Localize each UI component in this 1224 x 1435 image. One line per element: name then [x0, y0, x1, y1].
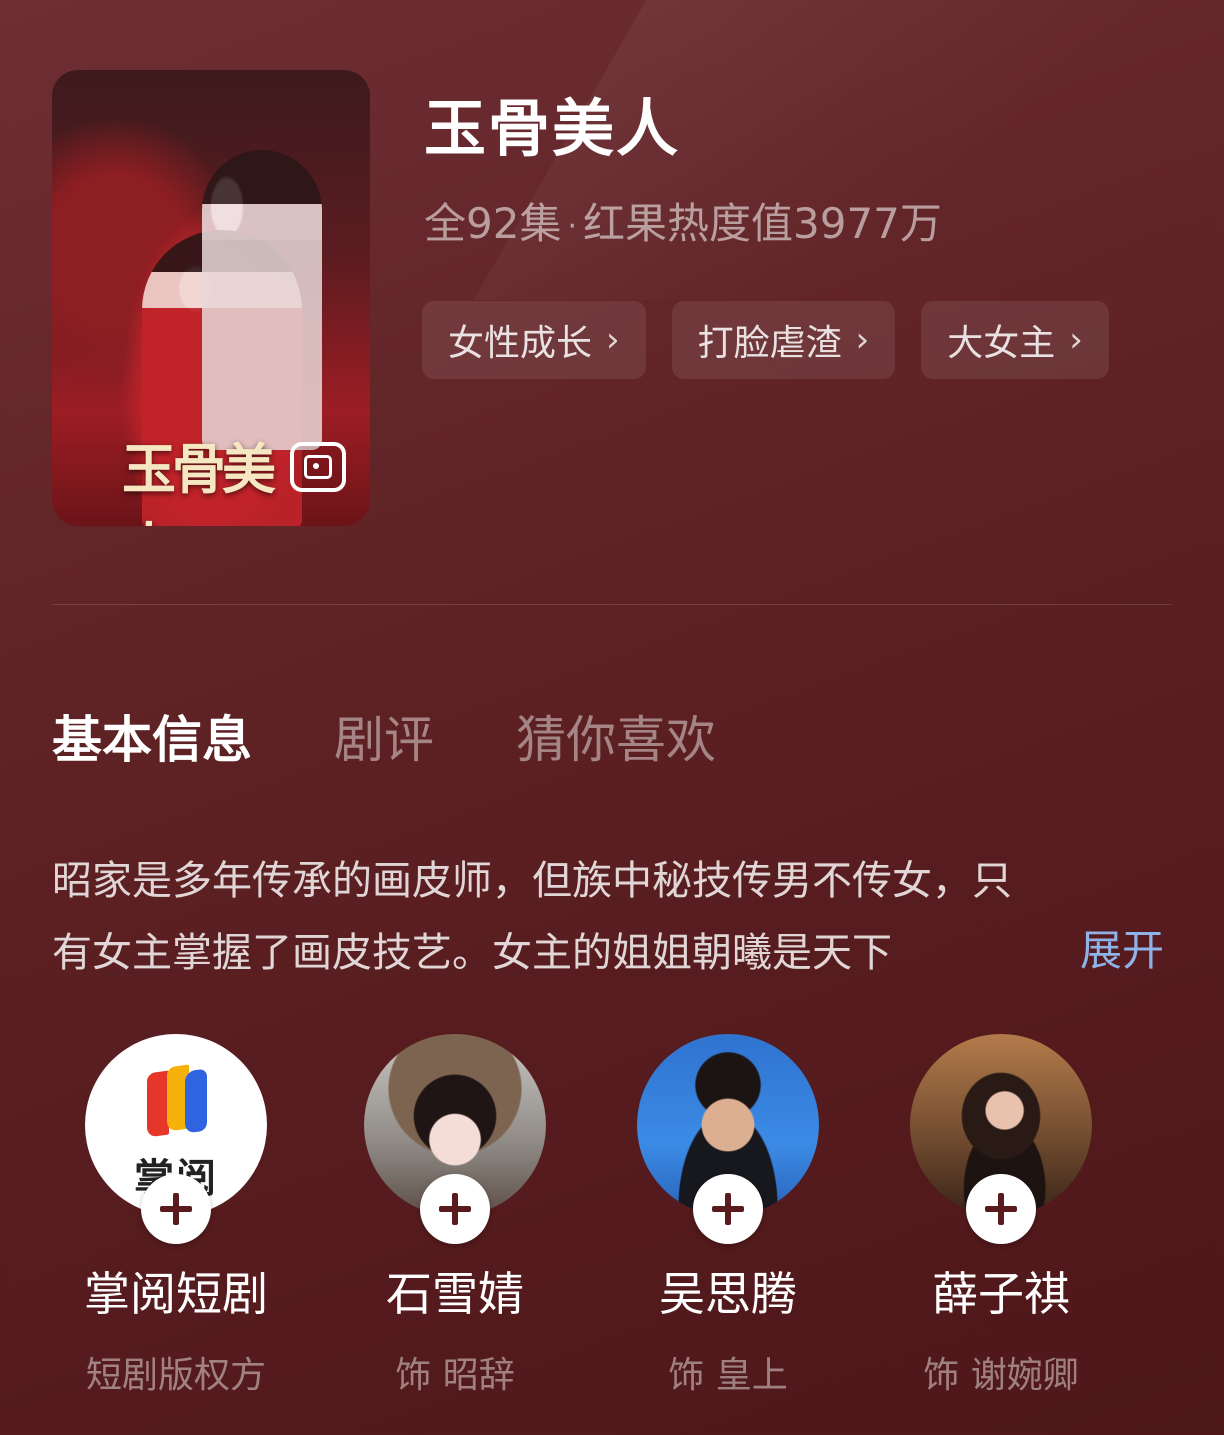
expand-link[interactable]: 展开 — [1080, 917, 1164, 978]
synopsis: 昭家是多年传承的画皮师，但族中秘技传男不传女，只 有女主掌握了画皮技艺。女主的姐… — [52, 845, 1172, 989]
cast-role: 饰 昭辞 — [395, 1355, 515, 1396]
drama-meta: 全92集 · 红果热度值3977万 — [424, 190, 942, 251]
cast-name: 薛子祺 — [932, 1267, 1070, 1321]
tag-list: 女性成长 › 打脸虐渣 › 大女主 › — [422, 301, 1109, 379]
poster-image[interactable]: 玉骨美人 — [52, 70, 370, 526]
tab-basic-info[interactable]: 基本信息 — [52, 700, 252, 772]
cast-name: 吴思腾 — [659, 1267, 797, 1321]
tag-label: 大女主 — [947, 323, 1056, 364]
tab-reviews[interactable]: 剧评 — [334, 700, 434, 772]
cast-role: 饰 皇上 — [668, 1355, 788, 1396]
cast-member[interactable]: 石雪婧 饰 昭辞 — [335, 1034, 575, 1398]
chevron-right-icon: › — [606, 320, 620, 360]
cast-role: 饰 谢婉卿 — [923, 1355, 1079, 1396]
tab-bar: 基本信息 剧评 猜你喜欢 — [52, 700, 798, 772]
tag-label: 打脸虐渣 — [697, 323, 842, 364]
cast-name: 掌阅短剧 — [84, 1267, 268, 1321]
poster-title-art: 玉骨美人 — [122, 437, 276, 526]
section-divider — [52, 604, 1172, 605]
cast-name: 石雪婧 — [386, 1267, 524, 1321]
cast-member[interactable]: 薛子祺 饰 谢婉卿 — [881, 1034, 1121, 1398]
avatar[interactable] — [910, 1034, 1092, 1244]
tag-label: 女性成长 — [448, 323, 593, 364]
avatar[interactable]: 掌阅 — [85, 1034, 267, 1244]
avatar[interactable] — [637, 1034, 819, 1244]
tag-chip[interactable]: 打脸虐渣 › — [671, 301, 896, 379]
avatar[interactable] — [364, 1034, 546, 1244]
tag-chip[interactable]: 大女主 › — [921, 301, 1109, 379]
cast-role: 短剧版权方 — [85, 1355, 266, 1396]
chevron-right-icon: › — [1069, 320, 1083, 360]
drama-title: 玉骨美人 — [424, 92, 681, 165]
follow-plus-icon[interactable] — [420, 1174, 490, 1244]
tab-recommendations[interactable]: 猜你喜欢 — [516, 700, 716, 772]
chevron-right-icon: › — [855, 320, 870, 360]
episode-count: 全92集 — [424, 199, 562, 248]
follow-plus-icon[interactable] — [966, 1174, 1036, 1244]
synopsis-line: 有女主掌握了画皮技艺。女主的姐姐朝曦是天下 — [52, 930, 892, 976]
tag-chip[interactable]: 女性成长 › — [422, 301, 646, 379]
poster-figure — [202, 150, 322, 450]
cast-list: 掌阅 掌阅短剧 短剧版权方 石雪婧 饰 昭辞 吴思腾 饰 皇上 薛子祺 饰 谢婉… — [0, 1034, 1224, 1414]
cast-member[interactable]: 吴思腾 饰 皇上 — [608, 1034, 848, 1398]
gallery-icon[interactable] — [290, 442, 346, 492]
follow-plus-icon[interactable] — [693, 1174, 763, 1244]
follow-plus-icon[interactable] — [141, 1174, 211, 1244]
synopsis-line: 昭家是多年传承的画皮师，但族中秘技传男不传女，只 — [52, 858, 1012, 904]
cast-member[interactable]: 掌阅 掌阅短剧 短剧版权方 — [56, 1034, 296, 1398]
meta-separator: · — [567, 209, 577, 244]
heat-value: 红果热度值3977万 — [583, 199, 942, 248]
